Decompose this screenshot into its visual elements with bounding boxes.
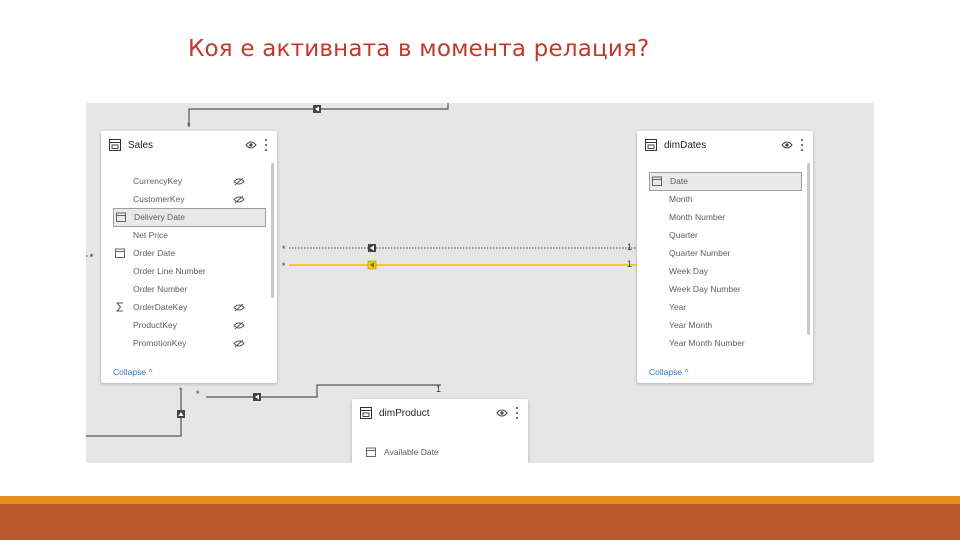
field-year[interactable]: Year bbox=[649, 299, 803, 316]
field-year-month-number[interactable]: Year Month Number bbox=[649, 335, 803, 352]
dimproduct-table-title: dimProduct bbox=[379, 408, 430, 419]
field-currencykey[interactable]: CurrencyKey bbox=[113, 173, 267, 190]
sales-table-header[interactable]: Sales bbox=[101, 131, 277, 161]
cardinality-many: * bbox=[187, 121, 191, 131]
cardinality-one: 1 bbox=[627, 242, 633, 252]
product-relation bbox=[206, 384, 441, 398]
cardinality-many: * bbox=[196, 389, 200, 399]
field-customerkey[interactable]: CustomerKey bbox=[113, 191, 267, 208]
sales-table-card[interactable]: Sales CurrencyKey CustomerKey Delivery D… bbox=[101, 131, 277, 383]
sales-scrollbar[interactable] bbox=[271, 163, 274, 298]
sigma-icon bbox=[115, 302, 123, 312]
field-date[interactable]: Date bbox=[649, 172, 802, 191]
field-available-date[interactable]: Available Date bbox=[364, 444, 518, 461]
more-options-icon[interactable] bbox=[800, 138, 804, 152]
sales-collapse-link[interactable]: Collapse ^ bbox=[113, 367, 152, 377]
dimdates-table-card[interactable]: dimDates Date Month Month Number Quarter… bbox=[637, 131, 813, 383]
field-quarter[interactable]: Quarter bbox=[649, 227, 803, 244]
field-order-date[interactable]: Order Date bbox=[113, 245, 267, 262]
hidden-eye-icon bbox=[233, 195, 245, 204]
more-options-icon[interactable] bbox=[515, 406, 519, 420]
field-label: Month Number bbox=[669, 212, 726, 222]
field-quarter-number[interactable]: Quarter Number bbox=[649, 245, 803, 262]
footer-bar bbox=[0, 504, 960, 540]
field-label: Year Month Number bbox=[669, 338, 745, 348]
calendar-icon bbox=[116, 212, 126, 222]
hidden-eye-icon bbox=[233, 339, 245, 348]
dimproduct-table-card[interactable]: dimProduct Available Date bbox=[352, 399, 528, 463]
field-label: OrderDateKey bbox=[133, 302, 188, 312]
collapse-label: Collapse bbox=[649, 367, 683, 377]
chevron-up-icon: ^ bbox=[148, 367, 153, 377]
dimdates-collapse-link[interactable]: Collapse ^ bbox=[649, 367, 688, 377]
field-label: Year bbox=[669, 302, 687, 312]
calendar-icon bbox=[652, 176, 662, 186]
slide-title: Коя е активната в момента релация? bbox=[188, 36, 650, 62]
cardinality-one: 1 bbox=[627, 259, 633, 269]
hidden-eye-icon bbox=[233, 177, 245, 186]
field-year-month[interactable]: Year Month bbox=[649, 317, 803, 334]
dimdates-table-header[interactable]: dimDates bbox=[637, 131, 813, 161]
field-productkey[interactable]: ProductKey bbox=[113, 317, 267, 334]
dimdates-scrollbar[interactable] bbox=[807, 163, 810, 335]
eye-icon[interactable] bbox=[781, 140, 793, 150]
field-label: Order Number bbox=[133, 284, 188, 294]
footer-accent-bar bbox=[0, 496, 960, 504]
field-label: Available Date bbox=[384, 447, 439, 457]
model-view-canvas[interactable]: * * * * 1 1 * * 1 Sales CurrencyKey Cust… bbox=[86, 103, 874, 463]
field-month-number[interactable]: Month Number bbox=[649, 209, 803, 226]
field-label: CurrencyKey bbox=[133, 176, 183, 186]
field-order-line-number[interactable]: Order Line Number bbox=[113, 263, 267, 280]
field-label: ProductKey bbox=[133, 320, 177, 330]
field-orderdatekey[interactable]: OrderDateKey bbox=[113, 299, 267, 316]
field-label: Quarter bbox=[669, 230, 698, 240]
field-label: Year Month bbox=[669, 320, 713, 330]
chevron-up-icon: ^ bbox=[684, 367, 689, 377]
eye-icon[interactable] bbox=[496, 408, 508, 418]
cardinality-many: * bbox=[282, 261, 286, 271]
field-label: Quarter Number bbox=[669, 248, 731, 258]
field-label: Order Line Number bbox=[133, 266, 206, 276]
field-label: CustomerKey bbox=[133, 194, 185, 204]
field-label: Date bbox=[670, 176, 688, 186]
field-label: PromotionKey bbox=[133, 338, 187, 348]
field-week-day-number[interactable]: Week Day Number bbox=[649, 281, 803, 298]
field-label: Order Date bbox=[133, 248, 176, 258]
field-net-price[interactable]: Net Price bbox=[113, 227, 267, 244]
field-label: Week Day bbox=[669, 266, 709, 276]
calendar-icon bbox=[115, 248, 125, 258]
cardinality-one: 1 bbox=[436, 384, 442, 394]
hidden-eye-icon bbox=[233, 321, 245, 330]
field-label: Net Price bbox=[133, 230, 168, 240]
hidden-eye-icon bbox=[233, 303, 245, 312]
field-month[interactable]: Month bbox=[649, 191, 803, 208]
field-promotionkey[interactable]: PromotionKey bbox=[113, 335, 267, 352]
collapse-label: Collapse bbox=[113, 367, 147, 377]
field-label: Month bbox=[669, 194, 693, 204]
calendar-icon bbox=[366, 447, 376, 457]
sales-table-title: Sales bbox=[128, 140, 154, 151]
field-order-number[interactable]: Order Number bbox=[113, 281, 267, 298]
dimproduct-table-header[interactable]: dimProduct bbox=[352, 399, 528, 429]
field-label: Week Day Number bbox=[669, 284, 741, 294]
more-options-icon[interactable] bbox=[264, 138, 268, 152]
eye-icon[interactable] bbox=[245, 140, 257, 150]
cardinality-many: * bbox=[90, 252, 94, 262]
field-label: Delivery Date bbox=[134, 212, 186, 222]
table-icon bbox=[645, 139, 657, 151]
cardinality-many: * bbox=[179, 386, 183, 396]
cardinality-many: * bbox=[282, 244, 286, 254]
sales-bottom-relation bbox=[86, 391, 182, 437]
dimdates-table-title: dimDates bbox=[664, 140, 707, 151]
table-icon bbox=[109, 139, 121, 151]
table-icon bbox=[360, 407, 372, 419]
field-week-day[interactable]: Week Day bbox=[649, 263, 803, 280]
field-delivery-date[interactable]: Delivery Date bbox=[113, 208, 266, 227]
